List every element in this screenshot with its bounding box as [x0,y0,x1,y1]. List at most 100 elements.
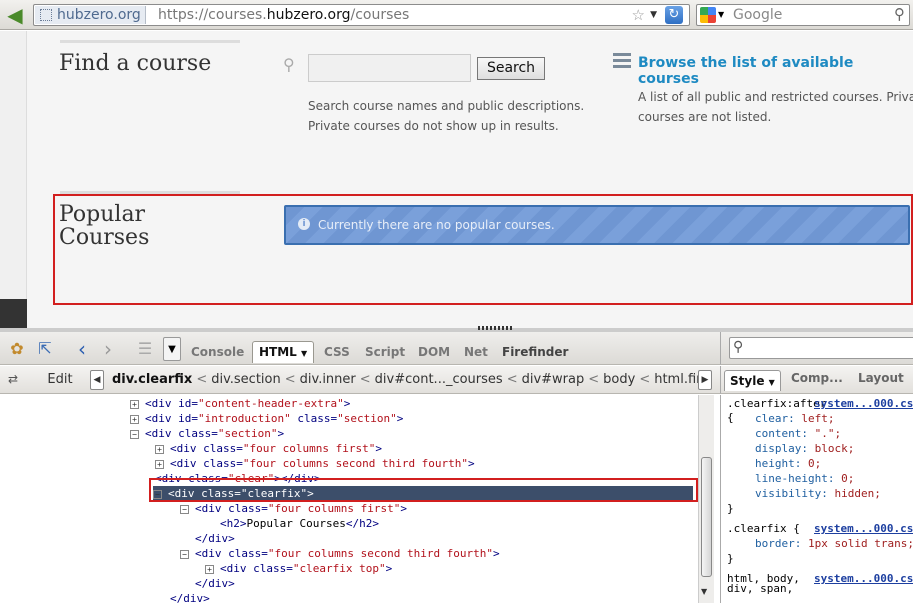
firebug-toolbar: ✿ ⇱ ‹ › ☰ ▼ Console HTML ▼ CSS Script DO… [0,332,720,365]
resize-grip-icon[interactable] [478,326,512,330]
tree-node[interactable]: + <div class="four columns first"> [155,441,382,456]
css-property[interactable]: display: block; [755,441,854,456]
tab-dom[interactable]: DOM [418,345,450,359]
attr-name: class= [178,427,218,440]
site-identity-button[interactable]: hubzero.org [35,6,146,24]
magnifier-icon[interactable]: ⚲ [894,5,905,24]
attr-value: "introduction" [198,412,291,425]
tag-name: </div> [195,577,235,590]
css-property[interactable]: border: 1px solid trans; [755,536,913,551]
attr-name: class= [297,412,338,425]
breadcrumb-item[interactable]: html.fir [654,372,701,387]
tab-layout[interactable]: Layout [858,371,904,385]
tree-node[interactable]: + <div id="introduction" class="section"> [130,411,403,426]
tree-node[interactable]: + <div class="four columns second third f… [155,456,475,471]
css-property[interactable]: content: "."; [755,426,841,441]
web-search-box[interactable]: ▼ Google ⚲ [696,4,910,26]
property-value: hidden; [834,487,881,500]
tab-console[interactable]: Console [191,345,244,359]
panel-menu-dropdown[interactable]: ▼ [163,337,181,361]
css-source-link[interactable]: system...000.css [814,571,913,586]
chevron-down-icon[interactable]: ▼ [769,378,775,387]
collapse-toggle-icon[interactable]: − [180,550,189,559]
site-identity-icon [40,9,52,21]
css-source-link[interactable]: system...000.css [814,521,913,536]
breadcrumb-item[interactable]: div.clearfix [112,372,192,387]
tab-html-label: HTML [259,345,297,359]
collapse-toggle-icon[interactable]: − [130,430,139,439]
breadcrumb-item[interactable]: div#cont..._courses [375,372,503,387]
tag-name: </div> [195,532,235,545]
firebug-search-input[interactable]: ⚲ [729,337,913,359]
tree-node[interactable]: − <div class="four columns first"> [180,501,407,516]
html-panel-scrollbar[interactable]: ▼ [698,395,714,603]
collapse-toggle-icon[interactable]: − [180,505,189,514]
browse-courses-link[interactable]: Browse the list of available courses [638,55,913,87]
tab-computed[interactable]: Comp... [791,371,843,385]
expand-toggle-icon[interactable]: + [155,445,164,454]
breadcrumb-item[interactable]: div.inner [300,372,356,387]
css-property[interactable]: visibility: hidden; [755,486,881,501]
tab-script[interactable]: Script [365,345,405,359]
tag-name: <h2> [220,517,247,530]
property-name: display: [755,442,815,455]
forward-chevron-icon[interactable]: › [98,337,118,361]
reload-icon[interactable]: ↻ [665,6,683,24]
expand-toggle-icon[interactable]: + [155,460,164,469]
breadcrumb-item[interactable]: div.section [211,372,281,387]
firebug-search-bar: ⚲ [720,332,913,365]
property-value: block; [814,442,855,455]
address-bar[interactable]: hubzero.org https://courses.hubzero.org/… [33,4,690,26]
url-text[interactable]: https://courses.hubzero.org/courses [158,6,409,24]
tree-node[interactable]: + <div class="clearfix top"> [205,561,392,576]
css-source-link[interactable]: system...000.css [814,396,913,411]
expand-toggle-icon[interactable]: + [205,565,214,574]
back-chevron-icon[interactable]: ‹ [72,337,92,361]
list-icon[interactable]: ☰ [134,337,156,361]
tree-node[interactable]: </div> [195,531,235,546]
tree-node[interactable]: </div> [170,591,210,603]
tree-node[interactable]: + <div id="content-header-extra"> [130,396,350,411]
tab-net[interactable]: Net [464,345,488,359]
scrollbar-thumb[interactable] [701,457,712,577]
chevron-down-icon[interactable]: ▼ [301,349,307,358]
tree-node[interactable]: − <div class="four columns second third f… [180,546,500,561]
web-page: Find a course ⚲ Search Search course nam… [0,31,913,328]
breadcrumb-item[interactable]: body [603,372,635,387]
attr-name: id= [178,397,198,410]
expand-toggle-icon[interactable]: + [130,415,139,424]
scroll-down-icon[interactable]: ▼ [701,587,707,596]
edit-button[interactable]: Edit [38,370,82,390]
breadcrumb-item[interactable]: div#wrap [522,372,585,387]
search-button[interactable]: Search [477,57,545,80]
tab-css[interactable]: CSS [324,345,350,359]
firebug-menu-icon[interactable]: ✿ [6,337,28,361]
css-property[interactable]: line-height: 0; [755,471,854,486]
scroll-right-icon[interactable]: ▶ [698,370,712,390]
tree-node[interactable]: <h2>Popular Courses</h2> [220,516,379,531]
tab-html[interactable]: HTML ▼ [252,341,315,363]
selector-text: .clearfix { [727,522,800,535]
tree-node[interactable]: − <div class="section"> [130,426,284,441]
tag-close: > [277,427,285,440]
back-arrow-icon[interactable]: ◀ [2,3,28,27]
css-property[interactable]: clear: left; [755,411,834,426]
url-domain: hubzero.org [266,7,351,23]
tree-node[interactable]: </div> [195,576,235,591]
tab-style[interactable]: Style ▼ [724,370,781,391]
google-logo-icon[interactable] [700,7,716,23]
engine-dropdown-icon[interactable]: ▼ [718,5,724,25]
course-search-input[interactable] [308,54,471,82]
history-dropdown-icon[interactable]: ▼ [650,5,657,25]
tab-firefinder[interactable]: Firefinder [502,345,568,359]
inspect-element-icon[interactable]: ⇱ [34,337,56,361]
breadcrumb-bar: ⇄ Edit ◀ div.clearfix < div.section < div.in… [0,366,720,394]
tag-name: <div [220,562,254,575]
css-property[interactable]: height: 0; [755,456,821,471]
bookmark-star-icon[interactable]: ☆ [632,5,645,25]
dark-side-block [0,299,27,328]
search-help-line-1: Search course names and public descripti… [308,99,585,113]
expand-panel-icon[interactable]: ⇄ [8,372,18,386]
expand-toggle-icon[interactable]: + [130,400,139,409]
scroll-left-icon[interactable]: ◀ [90,370,104,390]
